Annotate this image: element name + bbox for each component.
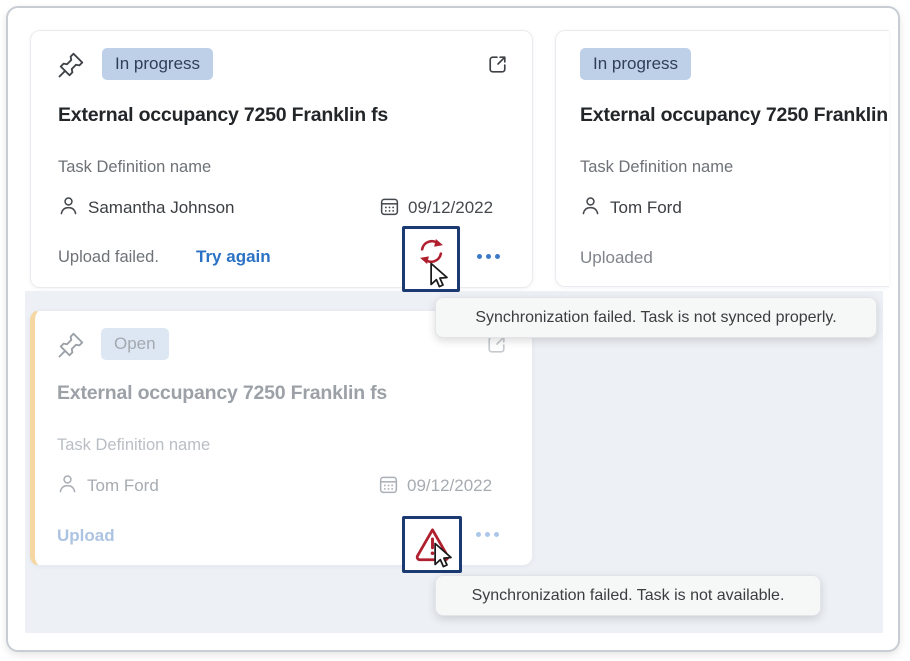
- due-date: 09/12/2022: [408, 198, 493, 218]
- more-menu-button[interactable]: [476, 527, 499, 541]
- person-icon: [57, 194, 80, 217]
- open-in-new-icon[interactable]: [485, 52, 510, 77]
- upload-link[interactable]: Upload: [57, 526, 115, 546]
- task-definition-label: Task Definition name: [58, 158, 211, 177]
- upload-status-text: Upload failed.: [58, 248, 159, 267]
- assignee-name: Tom Ford: [610, 198, 682, 218]
- more-menu-button[interactable]: [477, 249, 500, 263]
- tooltip-sync-not-synced: Synchronization failed. Task is not sync…: [435, 297, 877, 338]
- status-badge: In progress: [102, 48, 213, 80]
- task-definition-label: Task Definition name: [580, 158, 733, 177]
- due-date: 09/12/2022: [407, 476, 492, 496]
- calendar-icon: [377, 473, 400, 496]
- status-badge: In progress: [580, 48, 691, 80]
- sync-warning-button[interactable]: [402, 516, 462, 573]
- pin-icon[interactable]: [56, 50, 86, 80]
- card-title: External occupancy 7250 Franklin fs: [580, 104, 889, 127]
- card-title: External occupancy 7250 Franklin fs: [57, 382, 387, 405]
- calendar-icon: [378, 195, 401, 218]
- try-again-link[interactable]: Try again: [196, 247, 271, 267]
- person-icon: [579, 194, 602, 217]
- upload-status-text: Uploaded: [580, 248, 653, 268]
- card-title: External occupancy 7250 Franklin fs: [58, 104, 388, 127]
- assignee-name: Samantha Johnson: [88, 198, 235, 218]
- tooltip-task-not-available: Synchronization failed. Task is not avai…: [435, 575, 821, 616]
- assignee-name: Tom Ford: [87, 476, 159, 496]
- pin-icon[interactable]: [56, 330, 86, 360]
- task-definition-label: Task Definition name: [57, 436, 210, 455]
- sync-error-icon: [415, 235, 448, 268]
- screenshot-stage: In progress External occupancy 7250 Fran…: [0, 0, 910, 661]
- task-card-uploaded[interactable]: In progress External occupancy 7250 Fran…: [555, 30, 889, 287]
- sync-retry-button[interactable]: [402, 226, 460, 292]
- status-badge: Open: [101, 328, 169, 360]
- person-icon: [56, 472, 79, 495]
- warning-triangle-icon: [413, 524, 452, 563]
